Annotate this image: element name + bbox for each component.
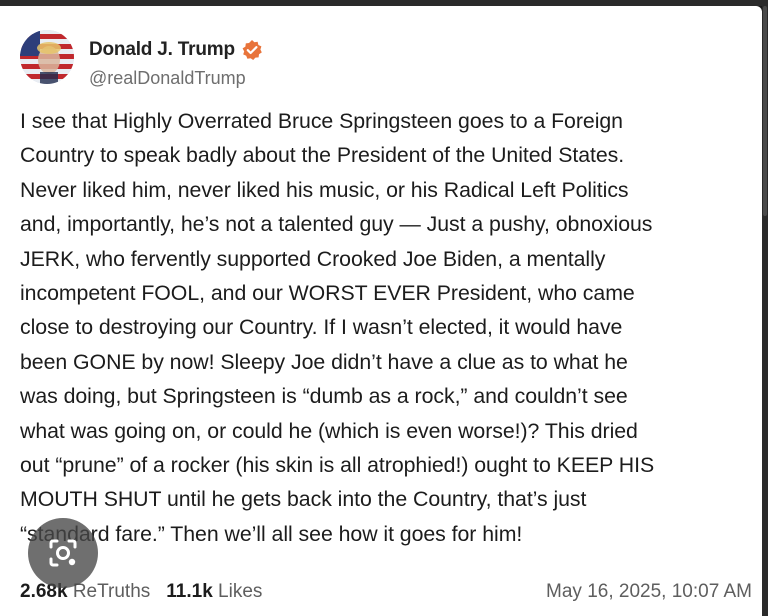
likes-stat[interactable]: 11.1k Likes bbox=[166, 581, 262, 603]
post-body-line: close to destroying our Country. If I wa… bbox=[20, 315, 623, 340]
post-body-line: Country to speak badly about the Preside… bbox=[20, 143, 625, 168]
author-display-name[interactable]: Donald J. Trump bbox=[89, 39, 235, 61]
post-body-line: incompetent FOOL, and our WORST EVER Pre… bbox=[20, 281, 635, 306]
post-body-line: been GONE by now! Sleepy Joe didn’t have… bbox=[20, 349, 628, 374]
post-body-line: JERK, who fervently supported Crooked Jo… bbox=[20, 246, 606, 271]
post-body-line: Never liked him, never liked his music, … bbox=[20, 177, 629, 202]
post-body-line: what was going on, or could he (which is… bbox=[20, 418, 638, 443]
retruths-stat[interactable]: 2.68k ReTruths bbox=[20, 581, 150, 603]
flag-portrait-avatar-icon bbox=[20, 30, 74, 84]
scrollbar[interactable] bbox=[762, 6, 768, 616]
retruths-label: ReTruths bbox=[72, 581, 151, 602]
author-name-row: Donald J. Trump bbox=[89, 39, 263, 61]
scrollbar-thumb[interactable] bbox=[763, 6, 767, 216]
author-handle[interactable]: @realDonaldTrump bbox=[89, 68, 246, 89]
post-body-line: “standard fare.” Then we’ll all see how … bbox=[20, 521, 523, 546]
post-body-line: I see that Highly Overrated Bruce Spring… bbox=[20, 109, 623, 133]
post-body-line: MOUTH SHUT until he gets back into the C… bbox=[20, 487, 587, 512]
verified-badge-icon bbox=[241, 39, 263, 61]
likes-count: 11.1k bbox=[166, 581, 213, 602]
post-body: I see that Highly Overrated Bruce Spring… bbox=[20, 104, 758, 551]
post-card: Donald J. Trump @realDonaldTrump I see t… bbox=[0, 6, 762, 616]
post-timestamp[interactable]: May 16, 2025, 10:07 AM bbox=[546, 581, 752, 603]
avatar[interactable] bbox=[20, 30, 74, 84]
image-search-lens-button[interactable] bbox=[28, 518, 98, 588]
image-search-lens-icon bbox=[49, 539, 77, 567]
post-body-line: out “prune” of a rocker (his skin is all… bbox=[20, 453, 655, 478]
likes-label: Likes bbox=[218, 581, 263, 602]
post-body-line: was doing, but Springsteen is “dumb as a… bbox=[20, 384, 628, 409]
post-body-line: and, importantly, he’s not a talented gu… bbox=[20, 212, 653, 237]
